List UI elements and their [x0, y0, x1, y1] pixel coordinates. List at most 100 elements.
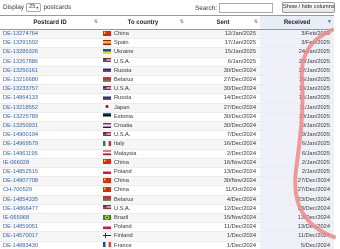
- page-length-control: Display 25 ▾ postcards: [3, 3, 71, 12]
- postcard-id-link[interactable]: DE-14866477: [0, 204, 100, 215]
- postcard-id-link[interactable]: DE-14864133: [0, 93, 100, 104]
- received-date-cell: 23/Dec/2024: [260, 204, 334, 215]
- sent-date-cell: 27/Dec/2024: [186, 75, 260, 86]
- country-name: U.S.A.: [114, 58, 131, 65]
- sort-arrows-icon: ⇅: [253, 19, 258, 25]
- postcard-id-link[interactable]: DE-13233757: [0, 84, 100, 95]
- poland-flag-icon: [103, 223, 111, 229]
- country-cell: Belarus: [100, 75, 186, 86]
- table-row: DE-14969579 Italy 16/Dec/2024 6/Jan/2025: [0, 139, 334, 150]
- estonia-flag-icon: [103, 113, 111, 119]
- table-row: DE-13291592 Spain 17/Jan/2025 3/Feb/2025: [0, 38, 334, 49]
- usa-flag-icon: [103, 58, 111, 64]
- postcard-id-link[interactable]: DE-13285326: [0, 47, 100, 58]
- received-date-cell: 16/Jan/2025: [260, 75, 334, 86]
- sort-arrows-icon: ⇅: [93, 19, 98, 25]
- postcard-id-link[interactable]: DE-13225789: [0, 112, 100, 123]
- sent-date-cell: 11/Dec/2024: [186, 222, 260, 233]
- postcard-id-link[interactable]: CH-700529: [0, 185, 100, 196]
- poland-flag-icon: [103, 168, 111, 174]
- received-date-cell: 23/Jan/2025: [260, 57, 334, 67]
- postcard-id-link[interactable]: DE-14852515: [0, 167, 100, 178]
- postcard-id-link[interactable]: DE-13250931: [0, 121, 100, 132]
- postcard-id-link[interactable]: DE-14854335: [0, 195, 100, 205]
- table-row: IE-065968 Brazil 15/Nov/2024 13/Dec/2024: [0, 213, 334, 224]
- postcard-id-link[interactable]: DE-14859051: [0, 222, 100, 233]
- sent-date-cell: 13/Dec/2024: [186, 167, 260, 178]
- table-row: DE-13218552 Japan 27/Dec/2024 11/Jan/2025: [0, 103, 334, 113]
- header-sent-label: Sent: [216, 19, 230, 26]
- sent-date-cell: 4/Dec/2024: [186, 195, 260, 205]
- page-size-select[interactable]: 25 ▾: [25, 3, 42, 12]
- postcard-id-link[interactable]: DE-14883430: [0, 241, 100, 249]
- postcard-id-link[interactable]: DE-14907708: [0, 176, 100, 187]
- sent-date-cell: 30/Nov/2024: [186, 176, 260, 187]
- country-cell: Japan: [100, 103, 186, 113]
- received-date-cell: 3/Feb/2025: [260, 29, 334, 40]
- table-row: DE-13216680 Belarus 27/Dec/2024 16/Jan/2025: [0, 75, 334, 86]
- sent-date-cell: 30/Dec/2024: [186, 66, 260, 77]
- country-name: U.S.A.: [114, 86, 131, 93]
- country-name: France: [114, 242, 132, 249]
- sent-date-cell: 15/Nov/2024: [186, 213, 260, 224]
- header-postcard-id[interactable]: Postcard ID ⇅: [0, 15, 100, 30]
- country-name: Poland: [114, 169, 132, 176]
- table-row: DE-14864133 Russia 14/Dec/2024 13/Jan/2025: [0, 93, 334, 104]
- country-cell: U.S.A.: [100, 204, 186, 215]
- received-date-cell: 5/Dec/2024: [260, 241, 334, 249]
- sent-date-cell: 30/Dec/2024: [186, 112, 260, 123]
- show-hide-columns-button[interactable]: Show / hide columns: [282, 2, 335, 13]
- sent-date-cell: 7/Dec/2024: [186, 130, 260, 141]
- country-name: U.S.A.: [114, 132, 131, 139]
- country-name: U.S.A.: [114, 205, 131, 212]
- search-control: Search:: [195, 3, 274, 13]
- postcard-id-link[interactable]: DE-14570017: [0, 231, 100, 242]
- china-flag-icon: [103, 30, 111, 36]
- sent-date-cell: 6/Jan/2025: [186, 57, 260, 67]
- postcard-id-link[interactable]: IE-065968: [0, 213, 100, 224]
- postcard-id-link[interactable]: DE-14900194: [0, 130, 100, 141]
- postcard-id-link[interactable]: DE-13274764: [0, 29, 100, 40]
- sent-date-cell: 12/Jan/2025: [186, 29, 260, 40]
- postcard-id-link[interactable]: DE-14961195: [0, 149, 100, 159]
- postcard-id-link[interactable]: DE-13267886: [0, 57, 100, 67]
- sent-date-cell: 17/Jan/2025: [186, 38, 260, 49]
- header-to-country[interactable]: To country ⇅: [100, 15, 186, 30]
- russia-flag-icon: [103, 94, 111, 100]
- table-row: DE-13285326 Ukraine 15/Jan/2025 24/Jan/2025: [0, 47, 334, 58]
- country-name: Belarus: [114, 77, 134, 84]
- search-input[interactable]: [219, 3, 274, 13]
- header-sent[interactable]: Sent ⇅: [186, 15, 260, 30]
- table-row: DE-14859051 Poland 11/Dec/2024 13/Dec/2024: [0, 222, 334, 233]
- received-date-cell: 23/Dec/2024: [260, 195, 334, 205]
- postcard-id-link[interactable]: DE-13216680: [0, 75, 100, 86]
- postcards-label: postcards: [43, 4, 72, 11]
- sent-date-cell: 15/Jan/2025: [186, 47, 260, 58]
- postcard-id-link[interactable]: IE-066028: [0, 158, 100, 169]
- malaysia-flag-icon: [103, 150, 111, 156]
- country-cell: China: [100, 29, 186, 40]
- sort-desc-icon: ▼: [327, 19, 332, 25]
- brazil-flag-icon: [103, 214, 111, 220]
- country-cell: Italy: [100, 139, 186, 150]
- country-cell: China: [100, 185, 186, 196]
- table-row: DE-13250931 Croatia 30/Dec/2024 9/Jan/2025: [0, 121, 334, 132]
- country-cell: Malaysia: [100, 149, 186, 159]
- ukraine-flag-icon: [103, 48, 111, 54]
- postcard-id-link[interactable]: DE-13218552: [0, 103, 100, 113]
- postcard-id-link[interactable]: DE-13291592: [0, 38, 100, 49]
- received-date-cell: 9/Jan/2025: [260, 130, 334, 141]
- table-row: DE-14961195 Malaysia 2/Dec/2024 6/Jan/2025: [0, 149, 334, 159]
- table-controls: Display 25 ▾ postcards Search: Show / hi…: [0, 0, 340, 13]
- china-flag-icon: [103, 159, 111, 165]
- table-row: DE-13233757 U.S.A. 30/Dec/2024 13/Jan/2025: [0, 84, 334, 95]
- received-date-cell: 27/Dec/2024: [260, 185, 334, 196]
- postcard-id-link[interactable]: DE-14969579: [0, 139, 100, 150]
- sent-date-cell: 1/Dec/2024: [186, 231, 260, 242]
- country-cell: Belarus: [100, 195, 186, 205]
- received-date-cell: 11/Jan/2025: [260, 103, 334, 113]
- postcard-id-link[interactable]: DE-13250161: [0, 66, 100, 77]
- header-received[interactable]: Received ▼: [260, 15, 334, 30]
- table-row: DE-14570017 Finland 1/Dec/2024 11/Dec/2024: [0, 231, 334, 242]
- display-label: Display: [3, 4, 24, 11]
